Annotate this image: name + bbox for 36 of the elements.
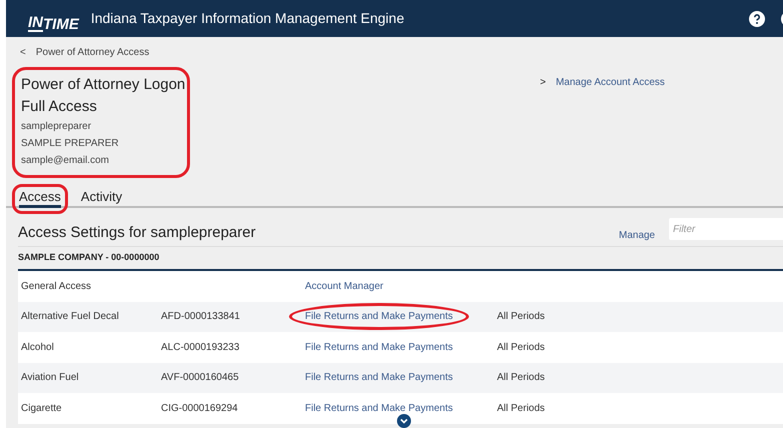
table-cell-text: AFD-0000133841 <box>161 310 241 324</box>
manage-link[interactable]: Manage <box>618 228 655 243</box>
role-link[interactable]: File Returns and Make Payments <box>305 402 453 414</box>
table-cell-text: Cigarette <box>20 402 63 416</box>
section-title: Access Settings for samplepreparer <box>18 222 256 242</box>
table-cell-text: All Periods <box>497 402 546 416</box>
page-title: Power of Attorney Logon <box>21 75 186 95</box>
user-email: sample@email.com <box>21 154 110 168</box>
logo[interactable]: INTIME <box>28 6 79 32</box>
table-cell-text: All Periods <box>497 340 546 355</box>
role-link[interactable]: File Returns and Make Payments <box>305 342 453 353</box>
access-level: Full Access <box>21 97 98 117</box>
help-icon[interactable] <box>749 10 765 26</box>
table-cell-text: All Periods <box>497 371 546 386</box>
app-title: Indiana Taxpayer Information Management Engine <box>90 9 404 28</box>
username: samplepreparer <box>21 120 92 134</box>
filter-field[interactable]: Filter <box>669 218 783 240</box>
tab[interactable]: Activity <box>80 189 122 208</box>
role-link[interactable]: Account Manager <box>305 280 384 292</box>
back-icon[interactable]: < <box>20 44 26 60</box>
role-link[interactable]: File Returns and Make Payments <box>305 311 453 322</box>
table-cell-text: ALC-0000193233 <box>161 340 240 355</box>
manage-account-access-link[interactable]: Manage Account Access <box>556 74 665 90</box>
role-link[interactable]: File Returns and Make Payments <box>305 372 453 384</box>
scroll-down-icon[interactable] <box>397 414 411 428</box>
breadcrumb-link[interactable]: Power of Attorney Access <box>36 44 150 60</box>
tab[interactable]: Access <box>19 189 61 208</box>
table-cell-text: Alcohol <box>20 340 55 355</box>
table-cell-text: General Access <box>20 280 92 294</box>
table-cell-text: CIG-0000169294 <box>161 402 239 416</box>
table-cell-text: All Periods <box>497 310 546 324</box>
table-cell-text: Alternative Fuel Decal <box>20 310 120 324</box>
table-cell-text: Aviation Fuel <box>20 371 80 386</box>
chevron-icon: > <box>540 74 546 90</box>
user-full-name: SAMPLE PREPARER <box>21 137 120 151</box>
table-cell-text: AVF-0000160465 <box>161 371 240 386</box>
